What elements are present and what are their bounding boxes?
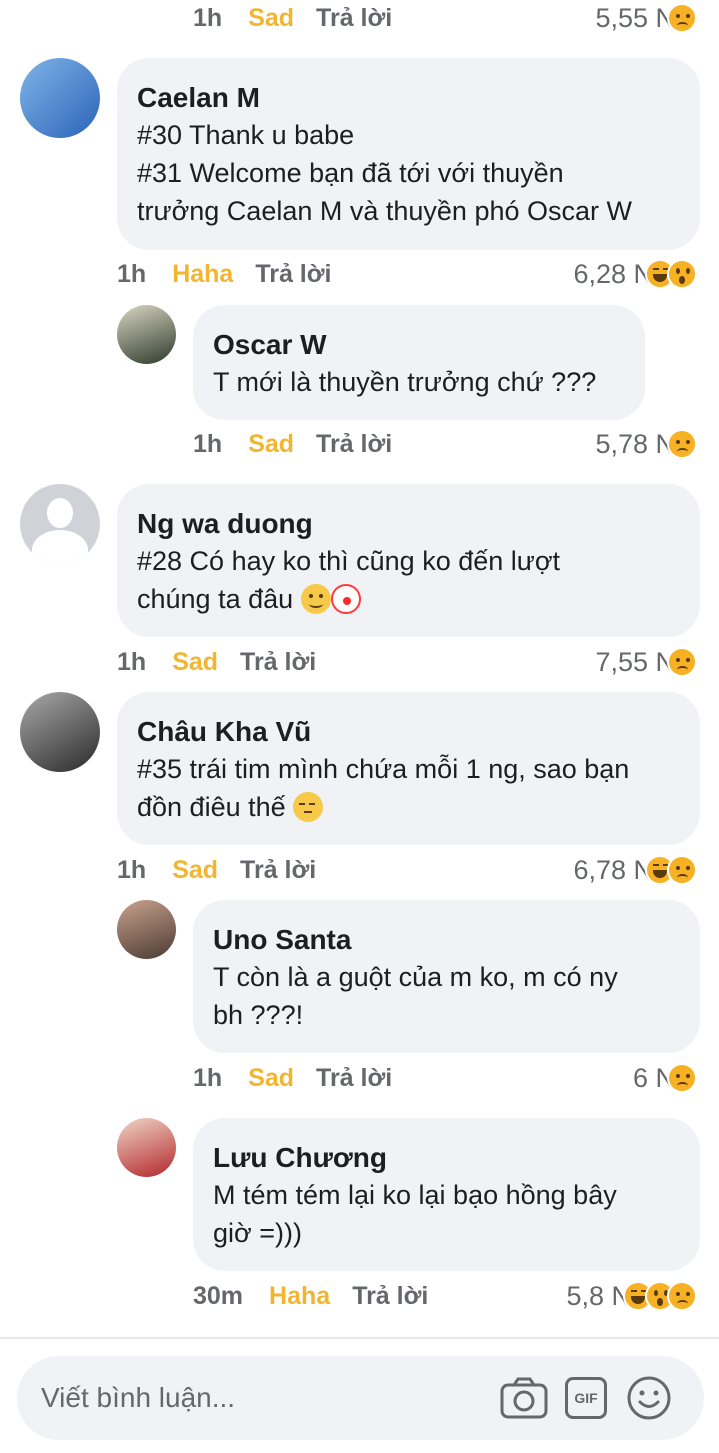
reaction-count[interactable]: 7,55 N: [595, 644, 697, 680]
reaction-label[interactable]: Sad: [248, 1064, 294, 1093]
reaction-label[interactable]: Sad: [248, 430, 294, 459]
comment-text-line: trưởng Caelan M và thuyền phó Oscar W: [137, 196, 632, 226]
comment-time: 1h: [117, 647, 147, 676]
reaction-label[interactable]: Sad: [248, 4, 294, 33]
comment-author[interactable]: Caelan M: [137, 80, 700, 116]
comment-text-line: #28 Có hay ko thì cũng ko đến lượt: [137, 546, 561, 576]
gif-icon[interactable]: GIF: [565, 1377, 607, 1419]
sad-reaction-icon: [667, 429, 697, 459]
reply-link[interactable]: Trả lời: [316, 430, 392, 459]
reaction-label[interactable]: Sad: [172, 648, 218, 677]
reply-link[interactable]: Trả lời: [255, 260, 331, 289]
reaction-count-value: 5,55 N: [595, 2, 675, 33]
sad-reaction-icon: [667, 855, 697, 885]
comment-time: 1h: [117, 259, 147, 288]
comment-text-line: đồn điêu thế: [137, 788, 700, 826]
comment-meta-row: 1h Sad Trả lời: [117, 644, 316, 680]
reaction-count-value: 7,55 N: [595, 646, 675, 677]
comment-author[interactable]: Oscar W: [213, 327, 645, 363]
comment-text-line: M tém tém lại ko lại bạo hồng bây: [213, 1180, 617, 1210]
sad-reaction-icon: [667, 647, 697, 677]
reply-link[interactable]: Trả lời: [240, 856, 316, 885]
comment-text-fragment: đồn điêu thế: [137, 792, 286, 822]
comment-time: 1h: [193, 1063, 223, 1092]
reply-link[interactable]: Trả lời: [352, 1282, 428, 1311]
comment-text-line: giờ =))): [213, 1218, 302, 1248]
pensive-face-icon: [293, 792, 324, 822]
comment-meta-row: 1h Haha Trả lời: [117, 256, 331, 292]
emoji-icon[interactable]: [626, 1375, 672, 1421]
comment-time: 1h: [193, 429, 223, 458]
comment-author[interactable]: Châu Kha Vũ: [137, 714, 700, 750]
reaction-count-value: 6,78 N: [573, 854, 653, 885]
comment-text-line: T mới là thuyền trưởng chứ ???: [213, 367, 597, 397]
reaction-count[interactable]: 5,78 N: [595, 426, 697, 462]
comment-time: 1h: [193, 3, 223, 32]
avatar[interactable]: [20, 484, 100, 564]
wow-reaction-icon: [667, 259, 697, 289]
sad-reaction-icon: [667, 1281, 697, 1311]
comment-text-fragment: chúng ta đâu: [137, 584, 294, 614]
reaction-count[interactable]: 5,55 N: [595, 0, 697, 36]
avatar[interactable]: [117, 900, 176, 959]
reaction-count[interactable]: 6,78 N: [573, 852, 697, 888]
reaction-label[interactable]: Haha: [269, 1282, 330, 1311]
composer-divider: [0, 1337, 719, 1339]
reaction-count[interactable]: 5,8 N: [566, 1278, 697, 1314]
comment-text-line: chúng ta đâu: [137, 580, 700, 618]
comment-meta-row: 1h Sad Trả lời: [117, 852, 316, 888]
reaction-count-value: 5,78 N: [595, 428, 675, 459]
comment-author[interactable]: Uno Santa: [213, 922, 700, 958]
camera-icon[interactable]: [499, 1375, 549, 1421]
reaction-count[interactable]: 6 N: [633, 1060, 697, 1096]
reply-link[interactable]: Trả lời: [316, 1064, 392, 1093]
comment-text-line: #31 Welcome bạn đã tới với thuyền: [137, 158, 564, 188]
reply-link[interactable]: Trả lời: [316, 4, 392, 33]
smiling-face-icon: [300, 584, 331, 614]
gif-icon-label: GIF: [574, 1390, 598, 1406]
comment-text-line: #30 Thank u babe: [137, 120, 355, 150]
comment-text-line: T còn là a guột của m ko, m có ny: [213, 962, 618, 992]
comment-time: 1h: [117, 855, 147, 884]
sad-reaction-icon: [667, 1063, 697, 1093]
reaction-count-value: 5,8 N: [566, 1280, 631, 1311]
reaction-count-value: 6,28 N: [573, 258, 653, 289]
comment-input-placeholder: Viết bình luận...: [41, 1382, 236, 1413]
comment-bubble: Ng wa duong #28 Có hay ko thì cũng ko đế…: [117, 484, 700, 637]
comment-author[interactable]: Ng wa duong: [137, 506, 700, 542]
comment-bubble: Caelan M #30 Thank u babe #31 Welcome bạ…: [117, 58, 700, 250]
reaction-label[interactable]: Sad: [172, 856, 218, 885]
comment-text-line: bh ???!: [213, 1000, 304, 1030]
comment-author[interactable]: Lưu Chương: [213, 1140, 700, 1176]
comment-input[interactable]: Viết bình luận... GIF: [17, 1356, 704, 1440]
comment-time: 30m: [193, 1281, 244, 1310]
comment-bubble: Uno Santa T còn là a guột của m ko, m có…: [193, 900, 700, 1053]
avatar[interactable]: [117, 1118, 176, 1177]
reply-link[interactable]: Trả lời: [240, 648, 316, 677]
sad-reaction-icon: [667, 3, 697, 33]
avatar[interactable]: [20, 58, 100, 138]
reaction-label[interactable]: Haha: [172, 260, 233, 289]
avatar[interactable]: [20, 692, 100, 772]
comment-meta-row: 1h Sad Trả lời: [193, 0, 392, 36]
reaction-count[interactable]: 6,28 N: [573, 256, 697, 292]
comment-text-line: #35 trái tim mình chứa mỗi 1 ng, sao bạn: [137, 754, 630, 784]
comment-meta-row: 30m Haha Trả lời: [193, 1278, 428, 1314]
comment-meta-row: 1h Sad Trả lời: [193, 1060, 392, 1096]
comment-meta-row: 1h Sad Trả lời: [193, 426, 392, 462]
comment-bubble: Lưu Chương M tém tém lại ko lại bạo hồng…: [193, 1118, 700, 1271]
comment-bubble: Châu Kha Vũ #35 trái tim mình chứa mỗi 1…: [117, 692, 700, 845]
comment-bubble: Oscar W T mới là thuyền trưởng chứ ???: [193, 305, 645, 420]
clown-face-icon: [330, 584, 361, 614]
avatar[interactable]: [117, 305, 176, 364]
